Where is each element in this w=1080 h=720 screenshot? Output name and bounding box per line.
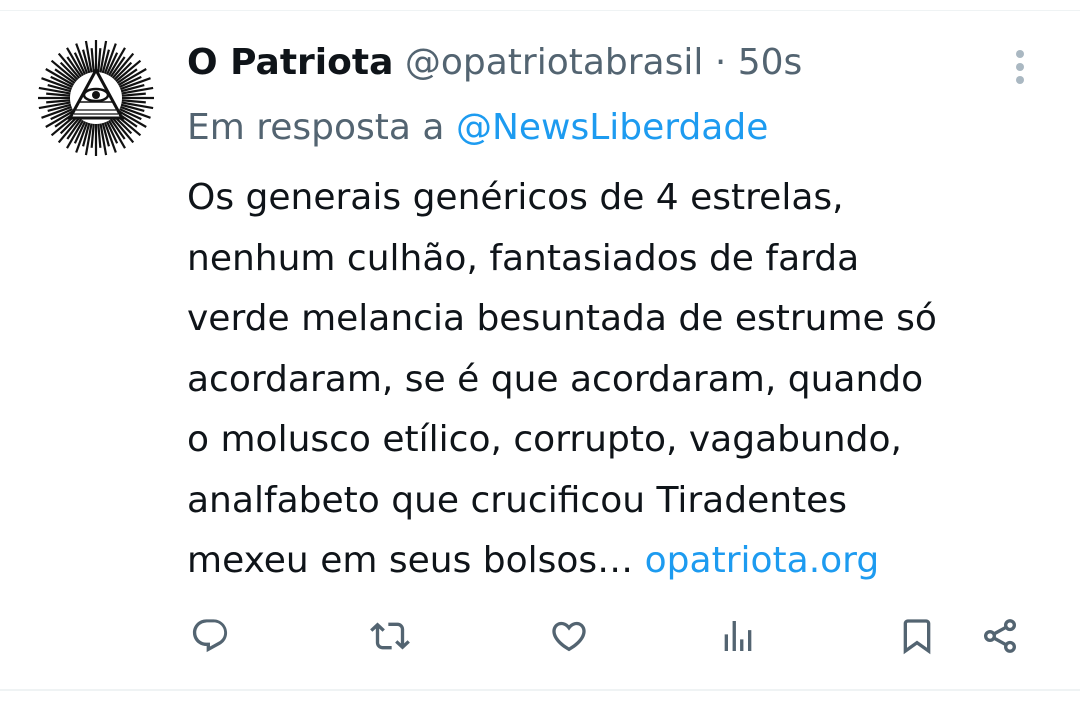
external-link[interactable]: opatriota.org	[645, 540, 880, 581]
tweet-text-line: acordaram, se é que acordaram, quando	[187, 358, 924, 400]
like-button[interactable]	[545, 612, 593, 660]
top-divider	[0, 10, 1080, 11]
timestamp[interactable]: 50s	[738, 42, 803, 83]
share-button[interactable]	[976, 612, 1024, 660]
all-seeing-eye-pyramid-icon	[36, 40, 156, 160]
tweet-text-line: o molusco etílico, corrupto, vagabundo,	[187, 419, 902, 460]
bookmark-icon	[903, 619, 931, 655]
display-name[interactable]: O Patriota	[187, 42, 393, 83]
bottom-divider	[0, 689, 1080, 691]
views-button[interactable]	[714, 612, 762, 660]
tweet-text-line: Os generais genéricos de 4 estrelas,	[187, 177, 844, 218]
more-vertical-icon	[1016, 50, 1024, 84]
tweet-text-line: analfabeto que crucificou Tiradentes	[187, 479, 848, 521]
tweet-text-last-line: mexeu em seus bolsos… opatriota.org	[187, 531, 1057, 592]
retweet-icon	[370, 622, 410, 650]
retweet-button[interactable]	[366, 612, 414, 660]
like-icon	[552, 621, 586, 652]
tweet-text-line: nenhum culhão, fantasiados de farda	[187, 237, 860, 279]
reply-context: Em resposta a @NewsLiberdade	[187, 103, 768, 153]
views-icon	[724, 621, 752, 651]
tweet-text: Os generais genéricos de 4 estrelas, nen…	[187, 168, 1057, 592]
action-bar	[0, 612, 1080, 660]
avatar[interactable]	[36, 40, 156, 160]
reply-to-link[interactable]: @NewsLiberdade	[456, 107, 768, 148]
bookmark-button[interactable]	[893, 612, 941, 660]
reply-prefix: Em resposta a	[187, 107, 445, 148]
separator-dot: ·	[714, 42, 727, 83]
tweet-text-line: verde melancia besuntada de estrume só	[187, 298, 937, 339]
handle[interactable]: @opatriotabrasil	[405, 42, 704, 83]
share-icon	[984, 619, 1016, 653]
tweet-card[interactable]: O Patriota @opatriotabrasil · 50s Em res…	[0, 0, 1080, 720]
more-button[interactable]	[1003, 44, 1037, 88]
tweet-header: O Patriota @opatriotabrasil · 50s	[187, 38, 802, 88]
reply-icon	[192, 619, 228, 653]
reply-button[interactable]	[186, 612, 234, 660]
tweet-text-line: mexeu em seus bolsos…	[187, 540, 634, 581]
